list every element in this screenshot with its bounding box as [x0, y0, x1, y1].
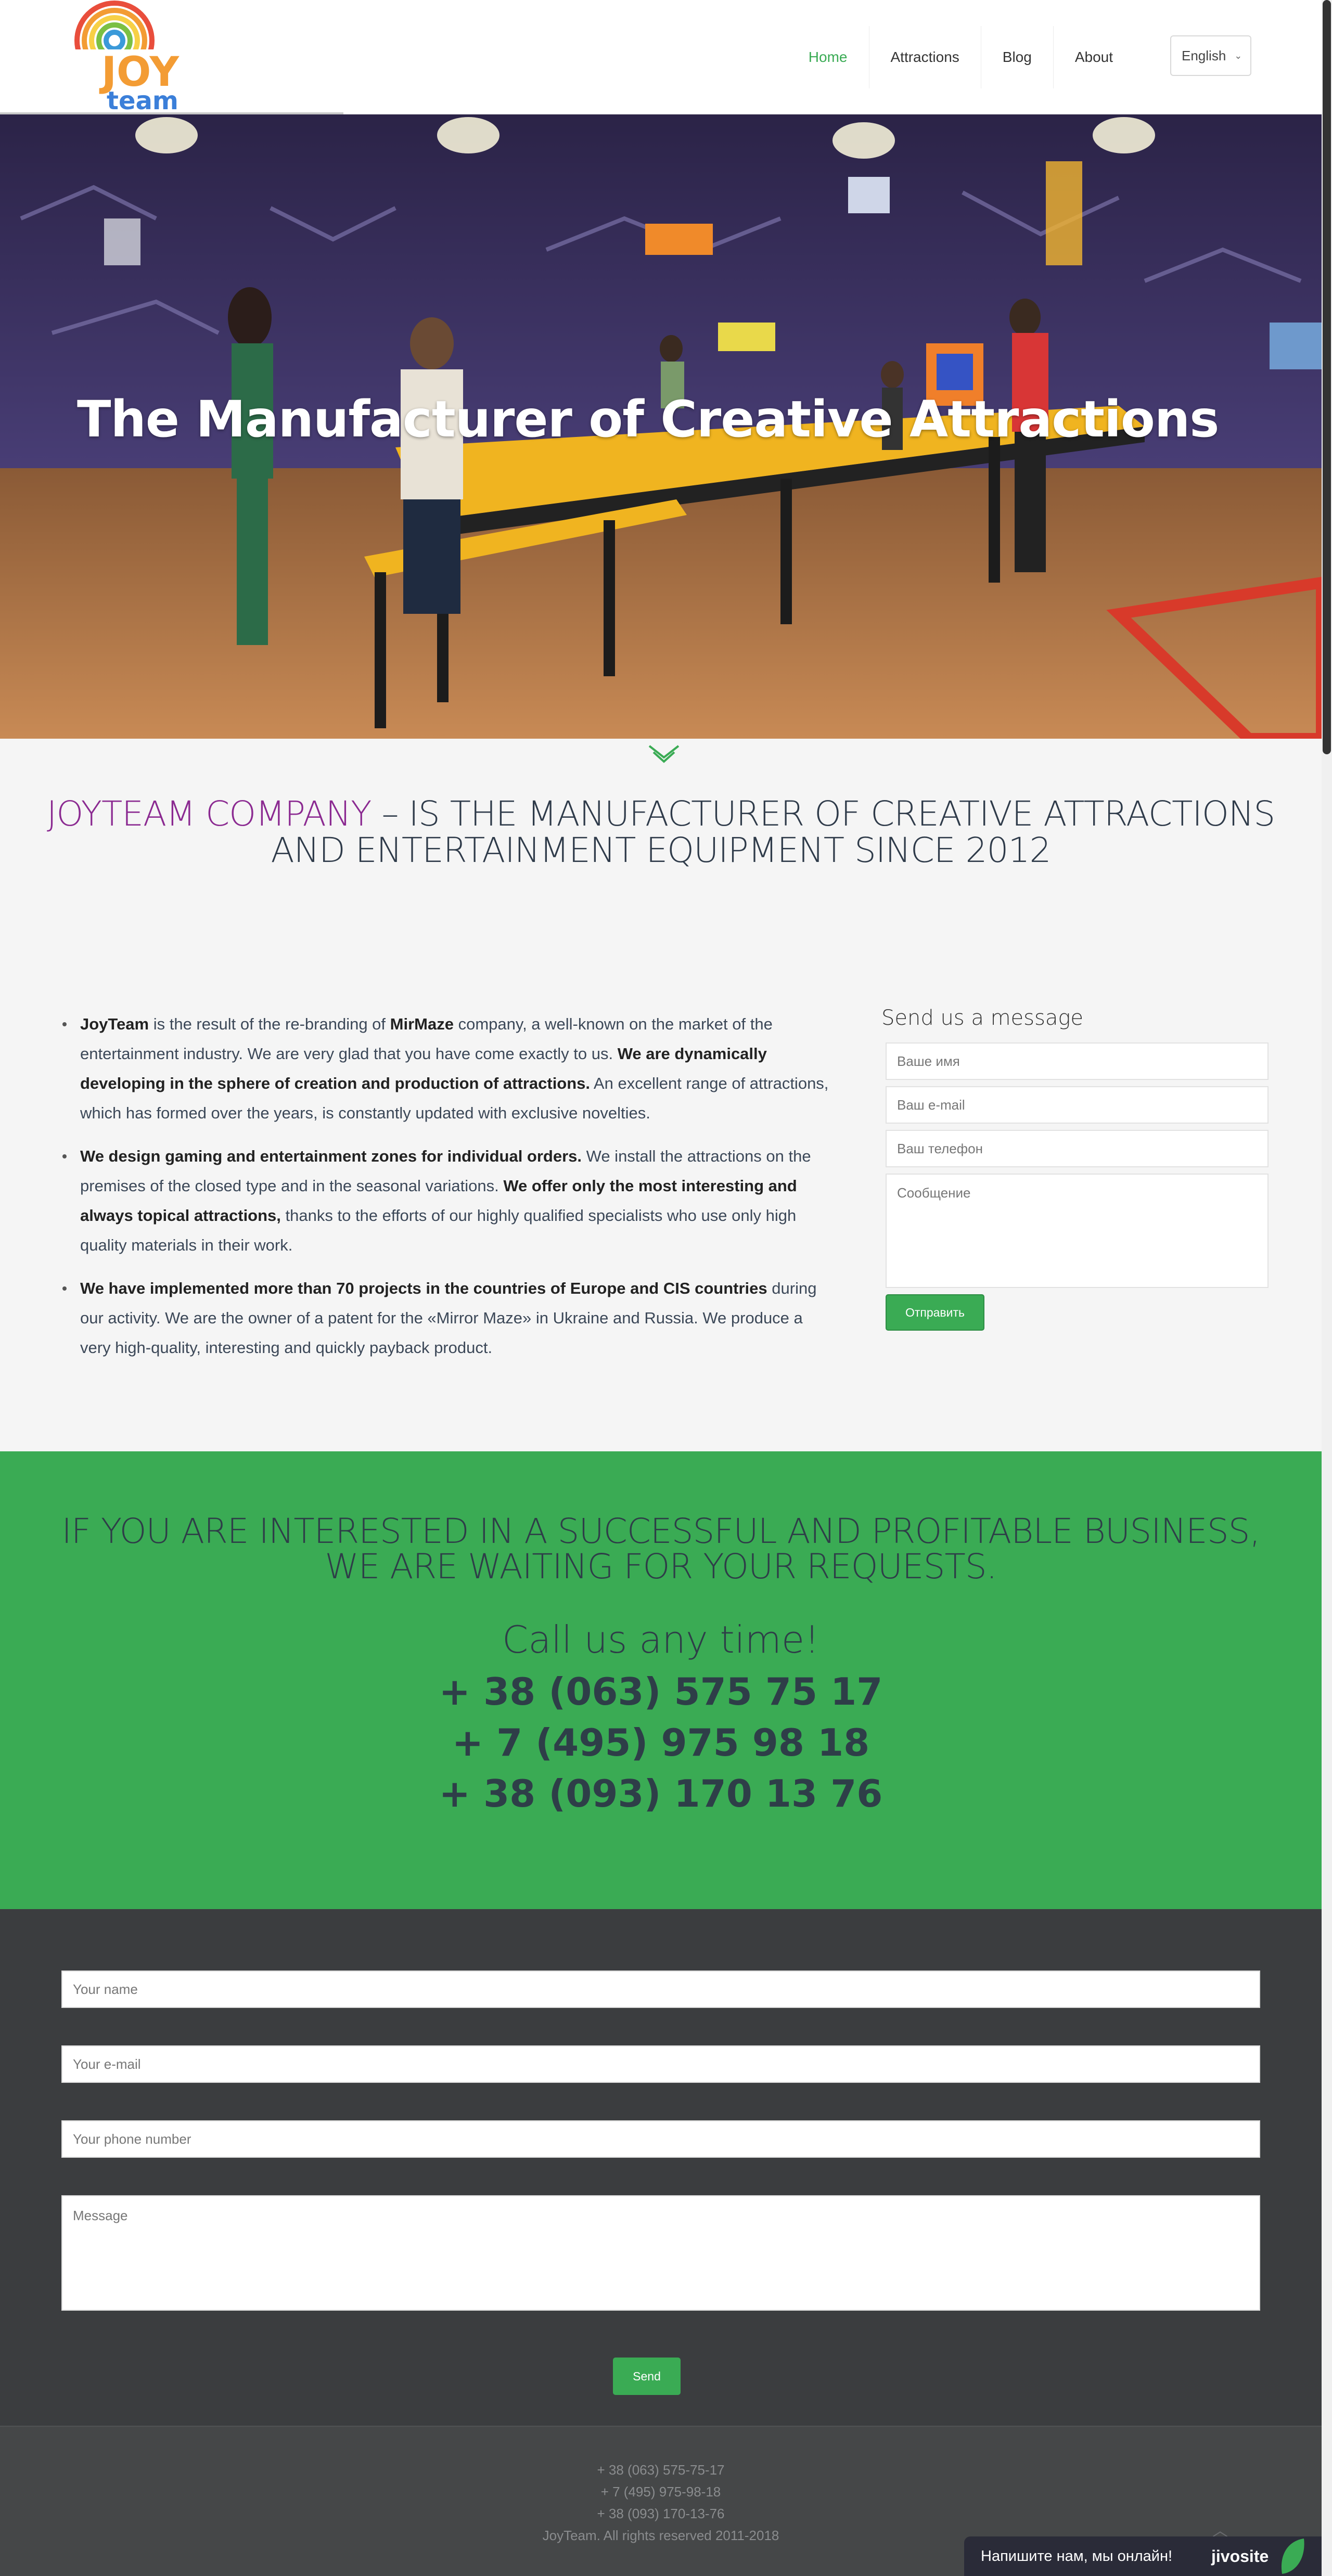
side-contact-form: Send us a message Ваше имя Ваш e-mail Ва… — [881, 1006, 1269, 1331]
scroll-down-icon[interactable] — [648, 744, 680, 767]
bold-text: MirMaze — [390, 1015, 454, 1033]
email-input[interactable]: Your e-mail — [61, 2045, 1260, 2083]
side-email-input[interactable]: Ваш e-mail — [886, 1086, 1269, 1124]
chat-widget[interactable]: Напишите нам, мы онлайн! jivosite — [964, 2536, 1328, 2576]
text: is the result of the re-branding of — [149, 1015, 390, 1033]
leaf-icon — [1279, 2538, 1306, 2576]
intro-heading: JOYTEAM COMPANY – IS THE MANUFACTURER OF… — [0, 796, 1322, 869]
side-submit-button[interactable]: Отправить — [886, 1294, 984, 1331]
language-value: English — [1182, 47, 1226, 63]
main-nav: Home Attractions Blog About — [787, 26, 1134, 88]
intro-heading-rest: – IS THE MANUFACTURER OF CREATIVE ATTRAC… — [371, 794, 1275, 834]
side-phone-input[interactable]: Ваш телефон — [886, 1130, 1269, 1167]
intro-heading-line1: JOYTEAM COMPANY – IS THE MANUFACTURER OF… — [0, 796, 1322, 832]
chevron-down-icon: ⌄ — [1234, 50, 1243, 61]
bold-text: JoyTeam — [80, 1015, 149, 1033]
send-button[interactable]: Send — [613, 2358, 681, 2395]
cta-heading: IF YOU ARE INTERESTED IN A SUCCESSFUL AN… — [0, 1514, 1322, 1585]
joyteam-logo[interactable]: JOY team — [70, 0, 185, 115]
chat-label: Напишите нам, мы онлайн! — [981, 2547, 1173, 2565]
side-name-input[interactable]: Ваше имя — [886, 1042, 1269, 1080]
footer-phone[interactable]: + 38 (063) 575-75-17 — [0, 2462, 1322, 2478]
cta-phone-link[interactable]: + 38 (063) 575 75 17 — [0, 1670, 1322, 1714]
cta-section: IF YOU ARE INTERESTED IN A SUCCESSFUL AN… — [0, 1451, 1322, 1909]
page-scrollbar[interactable] — [1322, 0, 1332, 2576]
footer-phone[interactable]: + 7 (495) 975-98-18 — [0, 2484, 1322, 2500]
scrollbar-thumb[interactable] — [1323, 0, 1331, 754]
logo-rings-icon: JOY team — [70, 1, 185, 115]
bold-text: We have implemented more than 70 project… — [80, 1279, 767, 1297]
nav-home[interactable]: Home — [787, 26, 869, 88]
list-item: JoyTeam is the result of the re-branding… — [62, 1009, 832, 1128]
side-form-title: Send us a message — [881, 1006, 1083, 1030]
footer-phone[interactable]: + 38 (093) 170-13-76 — [0, 2506, 1322, 2522]
bold-text: We design gaming and entertainment zones… — [80, 1147, 582, 1165]
cta-phone-link[interactable]: + 38 (093) 170 13 76 — [0, 1772, 1322, 1815]
hero-title: The Manufacturer of Creative Attractions — [77, 390, 1219, 448]
site-header: JOY team Home Attractions Blog About Eng… — [0, 0, 1322, 115]
nav-about[interactable]: About — [1053, 26, 1134, 88]
about-content: JoyTeam is the result of the re-branding… — [62, 1009, 832, 1376]
name-input[interactable]: Your name — [61, 1970, 1260, 2008]
cta-heading-line1: IF YOU ARE INTERESTED IN A SUCCESSFUL AN… — [61, 1511, 1260, 1551]
cta-call-text: Call us any time! — [502, 1618, 820, 1661]
side-message-textarea[interactable]: Сообщение — [886, 1174, 1269, 1288]
cta-heading-line2: WE ARE WAITING FOR YOUR REQUESTS. — [325, 1547, 997, 1587]
intro-heading-line2: AND ENTERTAINMENT EQUIPMENT SINCE 2012 — [271, 830, 1052, 870]
nav-attractions[interactable]: Attractions — [868, 26, 981, 88]
list-item: We have implemented more than 70 project… — [62, 1273, 832, 1362]
message-textarea[interactable]: Message — [61, 2195, 1260, 2311]
language-select[interactable]: English ⌄ — [1170, 35, 1251, 76]
cta-phone-link[interactable]: + 7 (495) 975 98 18 — [0, 1721, 1322, 1764]
company-name: JOYTEAM COMPANY — [46, 794, 372, 834]
jivosite-logo: jivosite — [1211, 2546, 1269, 2566]
svg-text:team: team — [107, 86, 178, 114]
nav-blog[interactable]: Blog — [980, 26, 1053, 88]
phone-input[interactable]: Your phone number — [61, 2120, 1260, 2158]
hero-banner: The Manufacturer of Creative Attractions — [0, 114, 1322, 739]
list-item: We design gaming and entertainment zones… — [62, 1141, 832, 1260]
bottom-contact-form: Your name Your e-mail Your phone number … — [0, 1909, 1322, 2426]
